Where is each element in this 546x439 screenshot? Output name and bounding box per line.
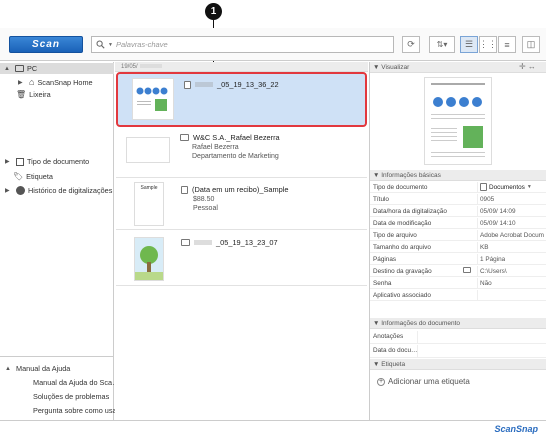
sidebar-item-trash[interactable]: 🗑 Lixeira	[16, 90, 51, 99]
tag-icon: 🏷	[13, 172, 24, 181]
annotations-field[interactable]	[418, 331, 420, 343]
help-link[interactable]: Soluções de problemas	[33, 392, 109, 401]
sidebar-item-label: Histórico de digitalizações	[28, 186, 113, 195]
collapse-arrow-icon[interactable]: ▲	[4, 66, 12, 72]
sidebar-item-label: Etiqueta	[26, 172, 53, 181]
receipt-icon	[181, 185, 188, 194]
business-card-icon	[180, 134, 189, 141]
list-item[interactable]: W&C S.A._Rafael Bezerra Rafael Bezerra D…	[116, 127, 367, 178]
scansnap-logo: ScanSnap	[494, 424, 538, 434]
preview-image	[431, 83, 485, 157]
sidebar-divider	[0, 356, 114, 357]
search-input[interactable]: ▼ Palavras-chave	[91, 36, 394, 53]
help-link-label: Manual da Ajuda do Sca…	[33, 378, 120, 387]
scan-button[interactable]: Scan	[9, 36, 83, 53]
help-link-label: Soluções de problemas	[33, 392, 110, 401]
property-row: Título 0905	[370, 194, 546, 205]
status-bar	[0, 420, 546, 439]
property-row: Data/hora da digitalização 05/09/ 14:09	[370, 206, 546, 217]
expand-arrow-icon[interactable]: ▶	[18, 79, 26, 86]
zoom-controls[interactable]: ✛ ↔	[519, 62, 536, 71]
receipt-amount: $88.50	[193, 196, 215, 203]
document-date-field[interactable]	[418, 345, 420, 357]
sidebar-item-document-type[interactable]: ▶ Tipo de documento	[5, 157, 89, 166]
sort-button[interactable]: ⇅▾	[429, 36, 455, 53]
date-group-header: 19/05/	[115, 62, 368, 72]
sidebar-item-label: ScanSnap Home	[37, 77, 93, 87]
sidebar-item-label: Lixeira	[29, 90, 51, 99]
property-row: Data de modificação 05/09/ 14:10	[370, 218, 546, 229]
file-name: _05_19_13_36_22	[217, 80, 279, 89]
basic-info-header[interactable]: ▼ Informações básicas	[370, 170, 546, 181]
redacted-text	[195, 82, 213, 87]
sidebar-pc-row[interactable]: ▲ PC	[4, 64, 37, 73]
home-icon: ⌂	[29, 77, 35, 87]
help-header-label: Manual da Ajuda	[16, 364, 71, 373]
sidebar-item-label: Tipo de documento	[27, 157, 90, 166]
help-manual-header[interactable]: ▲ Manual da Ajuda	[5, 364, 70, 373]
sidebar-item-history[interactable]: ▶ Histórico de digitalizações	[5, 186, 112, 195]
search-placeholder: Palavras-chave	[115, 40, 168, 49]
document-type-icon	[480, 183, 487, 191]
expand-arrow-icon[interactable]: ▶	[5, 187, 13, 194]
tree-photo-icon	[135, 238, 163, 280]
search-dropdown-icon[interactable]: ▼	[108, 42, 113, 48]
property-row: Páginas 1 Página	[370, 254, 546, 265]
list-item[interactable]: Sample (Data em um recibo)_Sample $88.50…	[116, 179, 367, 230]
receipt-category: Pessoal	[193, 205, 218, 212]
sidebar-item-tag[interactable]: 🏷 Etiqueta	[13, 172, 53, 181]
help-link[interactable]: Pergunta sobre como usar	[33, 406, 119, 415]
list-item[interactable]: _05_19_13_23_07	[116, 232, 367, 286]
callout-number: 1	[205, 3, 222, 20]
history-icon	[16, 186, 25, 195]
property-row: Data do docu…	[370, 345, 546, 358]
add-tag-button[interactable]: + Adicionar uma etiqueta	[377, 377, 470, 386]
file-name: (Data em um recibo)_Sample	[192, 185, 289, 194]
property-row: Destino da gravação C:\Users\	[370, 266, 546, 277]
file-name: W&C S.A._Rafael Bezerra	[193, 133, 280, 142]
sidebar-item-scansnap-home[interactable]: ▶ ⌂ ScanSnap Home	[18, 77, 93, 87]
expand-arrow-icon[interactable]: ▶	[5, 158, 13, 165]
photo-thumbnail	[134, 237, 164, 281]
contact-name: Rafael Bezerra	[192, 144, 239, 151]
property-row: Tipo de arquivo Adobe Acrobat Docum	[370, 230, 546, 241]
property-row: Senha Não	[370, 278, 546, 289]
property-row: Tipo de documento Documentos ▼	[370, 182, 546, 193]
property-row: Aplicativo associado	[370, 290, 546, 301]
trash-icon: 🗑	[16, 90, 27, 99]
sidebar-pc-label: PC	[27, 64, 38, 73]
document-type-icon	[16, 157, 24, 166]
contact-department: Departamento de Marketing	[192, 153, 279, 160]
tags-header[interactable]: ▼ Etiqueta	[370, 359, 546, 370]
document-thumbnail	[126, 137, 170, 163]
image-file-icon	[181, 239, 190, 246]
document-thumbnail	[132, 78, 174, 120]
preview-page	[424, 77, 492, 165]
refresh-button[interactable]: ⟳	[402, 36, 420, 53]
view-list-button[interactable]: ☰	[460, 36, 478, 53]
property-row: Tamanho do arquivo KB	[370, 242, 546, 253]
computer-icon	[15, 65, 24, 72]
plus-circle-icon: +	[377, 377, 385, 386]
view-grid-button[interactable]: ⋮⋮	[479, 36, 497, 53]
receipt-thumbnail: Sample	[134, 182, 164, 226]
file-name: _05_19_13_23_07	[216, 238, 278, 247]
view-detail-button[interactable]: ≡	[498, 36, 516, 53]
folder-icon[interactable]	[463, 267, 471, 273]
search-icon	[96, 40, 105, 49]
panel-toggle-button[interactable]: ◫	[522, 36, 540, 53]
help-link[interactable]: Manual da Ajuda do Sca…	[33, 378, 119, 387]
doc-info-header[interactable]: ▼ Informações do documento	[370, 318, 546, 329]
collapse-arrow-icon[interactable]: ▲	[5, 366, 13, 372]
help-link-label: Pergunta sobre como usar	[33, 406, 119, 415]
file-icon	[184, 80, 191, 89]
pie-charts-thumbnail-icon	[136, 87, 168, 111]
redacted-text	[194, 240, 212, 245]
list-item[interactable]: _05_19_13_36_22	[116, 72, 367, 127]
title-field[interactable]: 0905	[478, 194, 494, 204]
redacted-text	[139, 64, 162, 68]
property-row: Anotações	[370, 331, 546, 344]
